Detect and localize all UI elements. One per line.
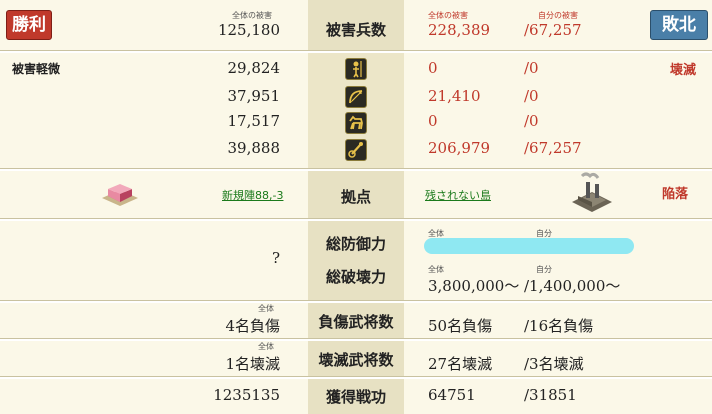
destruction-total-caption: 全体 — [428, 265, 444, 274]
merit-left-value: 1235135 — [213, 386, 280, 404]
injured-left-value: 4名負傷 — [225, 317, 280, 335]
defender-fortress-icon — [568, 172, 616, 214]
total-damage-value: 125,180 — [217, 21, 280, 39]
row-divider — [0, 339, 712, 341]
fallen-status-label: 陥落 — [662, 187, 689, 202]
victory-badge: 勝利 — [6, 10, 52, 40]
row-divider — [0, 169, 712, 171]
siege-weapon-icon — [345, 139, 367, 161]
merit-right-self: /31851 — [524, 386, 577, 404]
cavalry-horse-icon — [345, 112, 367, 134]
center-column-defense — [308, 220, 404, 300]
injured-right-self: /16名負傷 — [524, 317, 594, 335]
left-unknown-value: ? — [271, 249, 280, 267]
row-divider — [0, 301, 712, 303]
destruction-self-value: /1,400,000～ — [524, 277, 621, 295]
unit-right-total: 0 — [428, 112, 438, 130]
injured-generals-label: 負傷武将数 — [318, 313, 394, 331]
destroyed-left-caption: 全体 — [258, 342, 274, 351]
unit-right-total: 206,979 — [428, 139, 491, 157]
defender-base-link[interactable]: 残されない島 — [425, 187, 491, 203]
destroyed-left-value: 1名壊滅 — [225, 355, 280, 373]
attacker-base-link[interactable]: 新規陣88,-3 — [222, 187, 283, 203]
enemy-self-damage-caption: 自分の被害 — [538, 11, 578, 20]
unit-right-total: 21,410 — [428, 87, 481, 105]
destroyed-right-self: /3名壊滅 — [524, 355, 584, 373]
unit-right-self: /67,257 — [524, 139, 582, 157]
damage-label: 被害兵数 — [325, 21, 386, 39]
row-divider — [0, 51, 712, 53]
destroyed-generals-label: 壊滅武将数 — [318, 351, 394, 369]
merit-label: 獲得戦功 — [325, 388, 386, 406]
total-defense-label: 総防御力 — [325, 235, 386, 253]
redacted-defense-values — [424, 238, 634, 254]
unit-right-total: 0 — [428, 59, 438, 77]
unit-right-self: /0 — [524, 112, 539, 130]
injured-left-caption: 全体 — [258, 304, 274, 313]
merit-right-total: 64751 — [428, 386, 476, 404]
destruction-self-caption: 自分 — [536, 265, 552, 274]
unit-left-value: 39,888 — [227, 139, 281, 157]
enemy-total-damage-caption: 全体の被害 — [428, 11, 468, 20]
unit-right-self: /0 — [524, 59, 539, 77]
archer-bow-icon — [345, 86, 367, 108]
defeat-badge: 敗北 — [650, 10, 708, 40]
enemy-self-damage-value: /67,257 — [524, 21, 582, 39]
unit-left-value: 29,824 — [227, 59, 281, 77]
injured-right-total: 50名負傷 — [428, 317, 493, 335]
spearman-icon — [345, 58, 367, 80]
row-divider — [0, 219, 712, 221]
enemy-total-damage-value: 228,389 — [428, 21, 491, 39]
left-status-label: 被害軽微 — [12, 62, 61, 76]
unit-right-self: /0 — [524, 87, 539, 105]
base-label: 拠点 — [340, 188, 371, 206]
total-destruction-label: 総破壊力 — [325, 268, 386, 286]
row-divider — [0, 377, 712, 379]
destruction-total-value: 3,800,000～ — [428, 277, 520, 295]
total-damage-caption: 全体の被害 — [232, 11, 272, 20]
destroyed-right-total: 27名壊滅 — [428, 355, 493, 373]
unit-left-value: 17,517 — [227, 112, 281, 130]
right-status-label: 壊滅 — [670, 63, 697, 78]
attacker-base-building-icon — [98, 180, 142, 210]
unit-left-value: 37,951 — [227, 87, 281, 105]
